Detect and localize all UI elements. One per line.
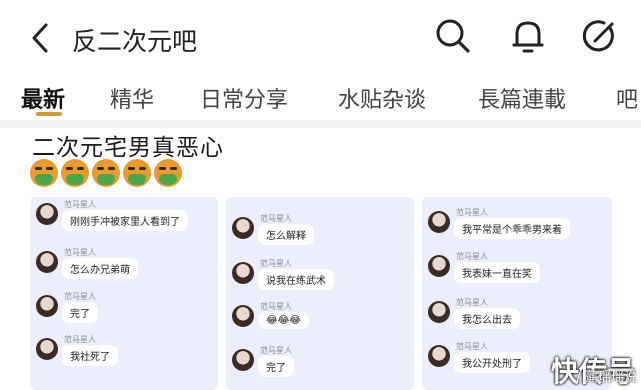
sender-name: 范马星人 xyxy=(260,214,292,223)
message-bubble: 怎么办兄弟萌 xyxy=(62,258,138,279)
tab-more[interactable]: 吧 xyxy=(616,82,638,114)
tab-featured[interactable]: 精华 xyxy=(110,82,154,114)
avatar xyxy=(232,305,254,327)
vomit-emoji-icon xyxy=(92,159,120,187)
watermark: 快传号 / 蒲瑶瑶说 xyxy=(380,348,641,390)
avatar xyxy=(232,262,254,284)
message-bubble: 我社死了 xyxy=(62,345,118,366)
vomit-emoji-icon xyxy=(154,159,182,187)
avatar xyxy=(428,255,450,277)
tab-serial[interactable]: 長篇連載 xyxy=(478,82,566,114)
avatar xyxy=(36,203,58,225)
avatar xyxy=(232,349,254,371)
message-bubble: 完了 xyxy=(62,302,98,323)
message-bubble: 说我在练武术 xyxy=(258,269,334,290)
emoji-row xyxy=(30,159,182,187)
back-arrow-icon[interactable] xyxy=(26,20,56,56)
avatar xyxy=(428,211,450,233)
message-bubble: 我表妹一直在笑 xyxy=(454,262,540,283)
sender-name: 范马星人 xyxy=(456,298,488,307)
message-bubble: 😂😂😂 xyxy=(258,312,310,329)
avatar xyxy=(428,301,450,323)
avatar xyxy=(232,217,254,239)
sender-name: 范马星人 xyxy=(260,259,292,268)
bell-icon[interactable] xyxy=(508,16,548,56)
tab-bar: 最新 精华 日常分享 水贴杂谈 長篇連載 吧 xyxy=(0,76,641,120)
forum-title: 反二次元吧 xyxy=(72,27,198,56)
compose-icon[interactable] xyxy=(580,16,620,56)
sender-name: 范马星人 xyxy=(260,302,292,311)
tab-daily-share[interactable]: 日常分享 xyxy=(200,82,288,114)
active-tab-indicator xyxy=(36,112,62,116)
avatar xyxy=(36,338,58,360)
tab-chat[interactable]: 水贴杂谈 xyxy=(338,82,426,114)
search-icon[interactable] xyxy=(433,16,473,56)
sender-name: 范马星人 xyxy=(260,346,292,355)
message-bubble: 我怎么出去 xyxy=(454,308,520,329)
sender-name: 范马星人 xyxy=(456,208,488,217)
divider xyxy=(0,120,641,128)
avatar xyxy=(36,295,58,317)
watermark-author: / 蒲瑶瑶说 xyxy=(576,370,637,385)
vomit-emoji-icon xyxy=(61,159,89,187)
vomit-emoji-icon xyxy=(123,159,151,187)
sender-name: 范马星人 xyxy=(456,252,488,261)
post-title[interactable]: 二次元宅男真恶心 xyxy=(32,128,224,162)
sender-name: 范马星人 xyxy=(64,292,96,301)
top-bar: 反二次元吧 xyxy=(0,0,641,76)
avatar xyxy=(36,251,58,273)
sender-name: 范马星人 xyxy=(64,248,96,257)
tab-latest[interactable]: 最新 xyxy=(21,82,65,114)
vomit-emoji-icon xyxy=(30,159,58,187)
message-bubble: 怎么解释 xyxy=(258,224,314,245)
message-bubble: 刚刚手冲被家里人看到了 xyxy=(62,210,188,231)
message-bubble: 我平常是个乖乖男来着 xyxy=(454,218,570,239)
sender-name: 范马星人 xyxy=(64,200,96,209)
message-bubble: 完了 xyxy=(258,356,294,377)
sender-name: 范马星人 xyxy=(64,335,96,344)
chat-screenshot-1[interactable]: 范马星人 刚刚手冲被家里人看到了 范马星人 怎么办兄弟萌 范马星人 完了 范马星… xyxy=(30,197,218,390)
